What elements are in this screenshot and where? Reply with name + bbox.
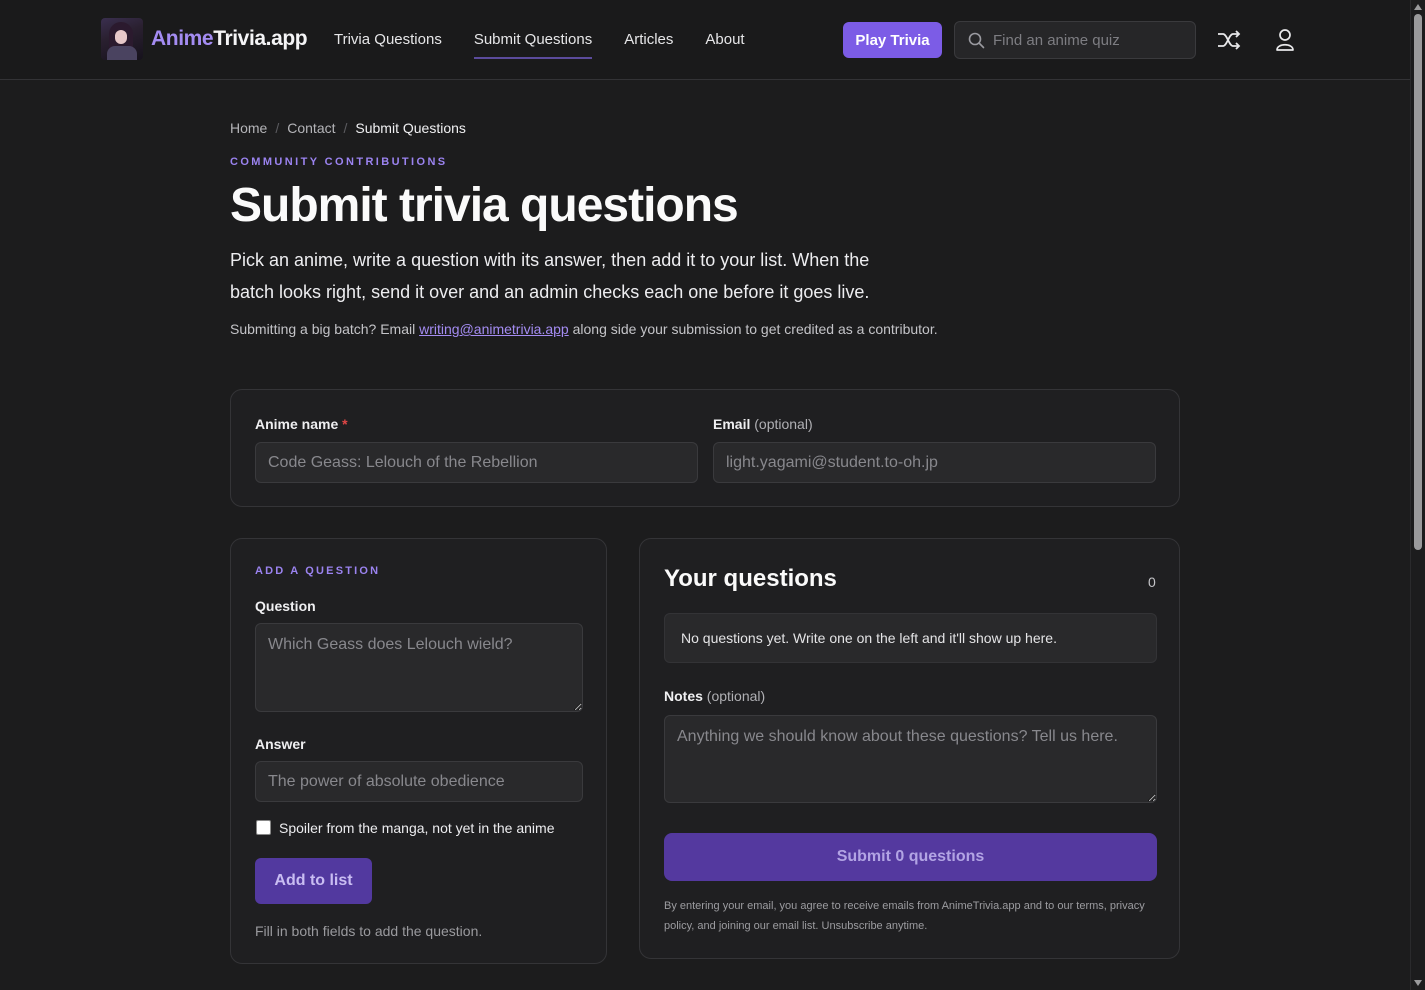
breadcrumb: Home / Contact / Submit Questions <box>230 120 466 136</box>
page-eyebrow: COMMUNITY CONTRIBUTIONS <box>230 156 448 168</box>
add-question-eyebrow: ADD A QUESTION <box>255 565 381 577</box>
notes-textarea[interactable] <box>664 715 1157 803</box>
submit-questions-button[interactable]: Submit 0 questions <box>664 833 1157 881</box>
logo-character-image <box>101 18 143 60</box>
questions-count: 0 <box>1148 574 1156 590</box>
question-textarea[interactable] <box>255 623 583 712</box>
page-lead: Pick an anime, write a question with its… <box>230 250 870 302</box>
answer-label: Answer <box>255 736 306 752</box>
site-logo[interactable]: AnimeTrivia.app <box>101 18 308 60</box>
search-input[interactable] <box>993 22 1188 58</box>
main-nav: Trivia Questions Submit Questions Articl… <box>334 0 745 80</box>
spoiler-label[interactable]: Spoiler from the manga, not yet in the a… <box>279 820 554 836</box>
required-mark: * <box>342 416 348 432</box>
contributor-note: Submitting a big batch? Email writing@an… <box>230 321 938 337</box>
scroll-thumb[interactable] <box>1414 14 1422 550</box>
search-icon <box>968 32 985 49</box>
your-questions-card: Your questions 0 No questions yet. Write… <box>639 538 1180 959</box>
breadcrumb-contact[interactable]: Contact <box>287 120 335 136</box>
breadcrumb-home[interactable]: Home <box>230 120 267 136</box>
search-box <box>954 21 1196 59</box>
page-scrollbar[interactable] <box>1410 0 1425 990</box>
email-disclaimer: By entering your email, you agree to rec… <box>664 900 1145 932</box>
breadcrumb-separator: / <box>275 120 280 136</box>
logo-wordmark: AnimeTrivia.app <box>151 27 308 50</box>
breadcrumb-separator: / <box>343 120 348 136</box>
question-label: Question <box>255 598 316 614</box>
top-navbar: AnimeTrivia.app Trivia Questions Submit … <box>0 0 1410 80</box>
play-trivia-button[interactable]: Play Trivia <box>843 22 942 58</box>
scroll-up-arrow-icon[interactable] <box>1414 4 1422 10</box>
nav-trivia-questions[interactable]: Trivia Questions <box>334 0 442 80</box>
add-question-hint: Fill in both fields to add the question. <box>255 923 483 939</box>
scroll-down-arrow-icon[interactable] <box>1414 980 1422 986</box>
nav-submit-questions[interactable]: Submit Questions <box>473 0 593 80</box>
add-to-list-button[interactable]: Add to list <box>255 858 372 904</box>
email-label: Email (optional) <box>713 416 813 432</box>
shuffle-icon[interactable] <box>1215 26 1243 54</box>
anime-name-label: Anime name * <box>255 416 348 432</box>
empty-questions-message: No questions yet. Write one on the left … <box>664 613 1157 663</box>
breadcrumb-current: Submit Questions <box>355 120 466 136</box>
user-icon[interactable] <box>1271 26 1299 54</box>
nav-articles[interactable]: Articles <box>624 0 673 80</box>
email-input[interactable] <box>713 442 1156 483</box>
add-question-card: ADD A QUESTION Question Answer Spoiler f… <box>230 538 607 964</box>
page-title: Submit trivia questions <box>230 179 739 232</box>
anime-name-input[interactable] <box>255 442 698 483</box>
spoiler-checkbox[interactable] <box>256 820 271 835</box>
answer-input[interactable] <box>255 761 583 802</box>
contributor-email-link[interactable]: writing@animetrivia.app <box>419 321 569 337</box>
nav-about[interactable]: About <box>705 0 744 80</box>
your-questions-title: Your questions <box>664 565 837 592</box>
notes-label: Notes (optional) <box>664 688 766 704</box>
anime-email-card: Anime name * Email (optional) <box>230 389 1180 507</box>
